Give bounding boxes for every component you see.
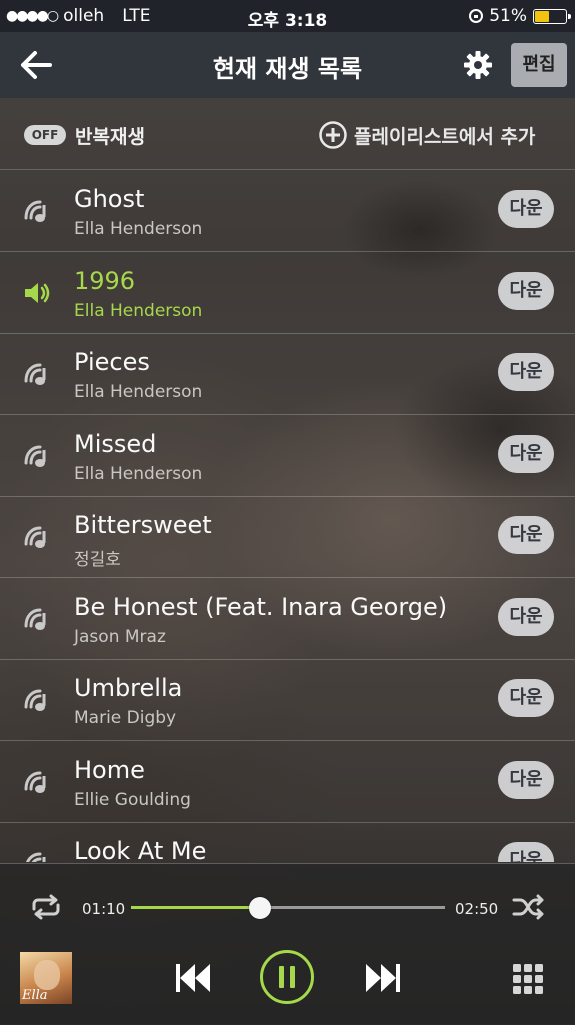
player-bar: 01:10 02:50 Ella (0, 863, 575, 1025)
track-row[interactable]: Umbrella Marie Digby 다운 (0, 659, 575, 741)
speaker-icon (22, 280, 52, 306)
repeat-label[interactable]: 반복재생 (75, 122, 145, 149)
album-art-text: Ella (22, 988, 48, 1003)
next-icon[interactable] (364, 961, 402, 995)
repeat-toggle[interactable]: OFF (24, 125, 66, 145)
track-artist: Ella Henderson (74, 219, 203, 239)
stream-note-icon (22, 443, 52, 469)
grid-menu-icon[interactable] (512, 963, 544, 995)
repeat-icon[interactable] (28, 894, 64, 920)
album-art-face (34, 960, 60, 990)
track-title: Look At Me (74, 837, 207, 862)
download-button[interactable]: 다운 (498, 842, 554, 862)
download-button[interactable]: 다운 (498, 516, 554, 554)
track-row[interactable]: Home Ellie Goulding 다운 (0, 741, 575, 823)
download-button[interactable]: 다운 (498, 679, 554, 717)
seek-bar[interactable] (131, 897, 445, 919)
track-list[interactable]: Ghost Ella Henderson 다운 1996 Ella Henderson 다… (0, 170, 575, 862)
track-row[interactable]: Ghost Ella Henderson 다운 (0, 170, 575, 252)
battery-icon (533, 8, 571, 24)
track-row[interactable]: Look At Me 다운 (0, 822, 575, 862)
track-row[interactable]: Missed Ella Henderson 다운 (0, 415, 575, 497)
stream-note-icon (22, 850, 52, 862)
shuffle-icon[interactable] (512, 894, 546, 920)
status-bar: ●●●●○ olleh LTE 오후 3:18 51% (0, 0, 575, 32)
previous-icon[interactable] (174, 961, 212, 995)
track-row[interactable]: Be Honest (Feat. Inara George) Jason Mraz… (0, 578, 575, 660)
track-artist: Jason Mraz (74, 627, 166, 647)
download-button[interactable]: 다운 (498, 190, 554, 228)
add-from-playlist-button[interactable]: 플레이리스트에서 추가 (354, 122, 535, 149)
nav-bar: 현재 재생 목록 편집 (0, 32, 575, 98)
seek-progress (131, 906, 260, 909)
download-button[interactable]: 다운 (498, 435, 554, 473)
download-button[interactable]: 다운 (498, 272, 554, 310)
pause-button[interactable] (260, 950, 314, 1004)
battery-percent: 51% (489, 6, 527, 26)
seek-knob[interactable] (248, 897, 271, 919)
stream-note-icon (22, 524, 52, 550)
total-time: 02:50 (455, 900, 499, 918)
stream-note-icon (22, 198, 52, 224)
pause-icon (279, 966, 295, 988)
download-button[interactable]: 다운 (498, 353, 554, 391)
album-art[interactable]: Ella (20, 952, 72, 1004)
stream-note-icon (22, 769, 52, 795)
track-title: 1996 (74, 267, 136, 295)
stream-note-icon (22, 687, 52, 713)
track-artist: Ellie Goulding (74, 790, 191, 810)
track-title: Ghost (74, 185, 145, 213)
current-time: 01:10 (82, 900, 126, 918)
battery-fill (535, 10, 550, 22)
download-button[interactable]: 다운 (498, 761, 554, 799)
track-row[interactable]: Bittersweet 정길호 다운 (0, 496, 575, 578)
track-artist: Ella Henderson (74, 301, 203, 321)
options-bar: OFF 반복재생 플레이리스트에서 추가 (0, 98, 575, 170)
track-row[interactable]: Pieces Ella Henderson 다운 (0, 333, 575, 415)
track-artist: Ella Henderson (74, 382, 203, 402)
plus-circle-icon[interactable] (318, 120, 348, 150)
track-artist: Marie Digby (74, 708, 177, 728)
stream-note-icon (22, 361, 52, 387)
track-title: Pieces (74, 348, 150, 376)
track-artist: 정길호 (74, 550, 121, 570)
edit-button[interactable]: 편집 (511, 43, 567, 87)
download-button[interactable]: 다운 (498, 598, 554, 636)
track-title: Home (74, 756, 145, 784)
track-row[interactable]: 1996 Ella Henderson 다운 (0, 252, 575, 334)
track-artist: Ella Henderson (74, 464, 203, 484)
track-title: Missed (74, 430, 157, 458)
track-title: Be Honest (Feat. Inara George) (74, 593, 448, 621)
track-title: Umbrella (74, 674, 183, 702)
track-title: Bittersweet (74, 511, 212, 539)
rotation-lock-icon (469, 9, 484, 23)
gear-icon[interactable] (462, 49, 494, 81)
stream-note-icon (22, 606, 52, 632)
